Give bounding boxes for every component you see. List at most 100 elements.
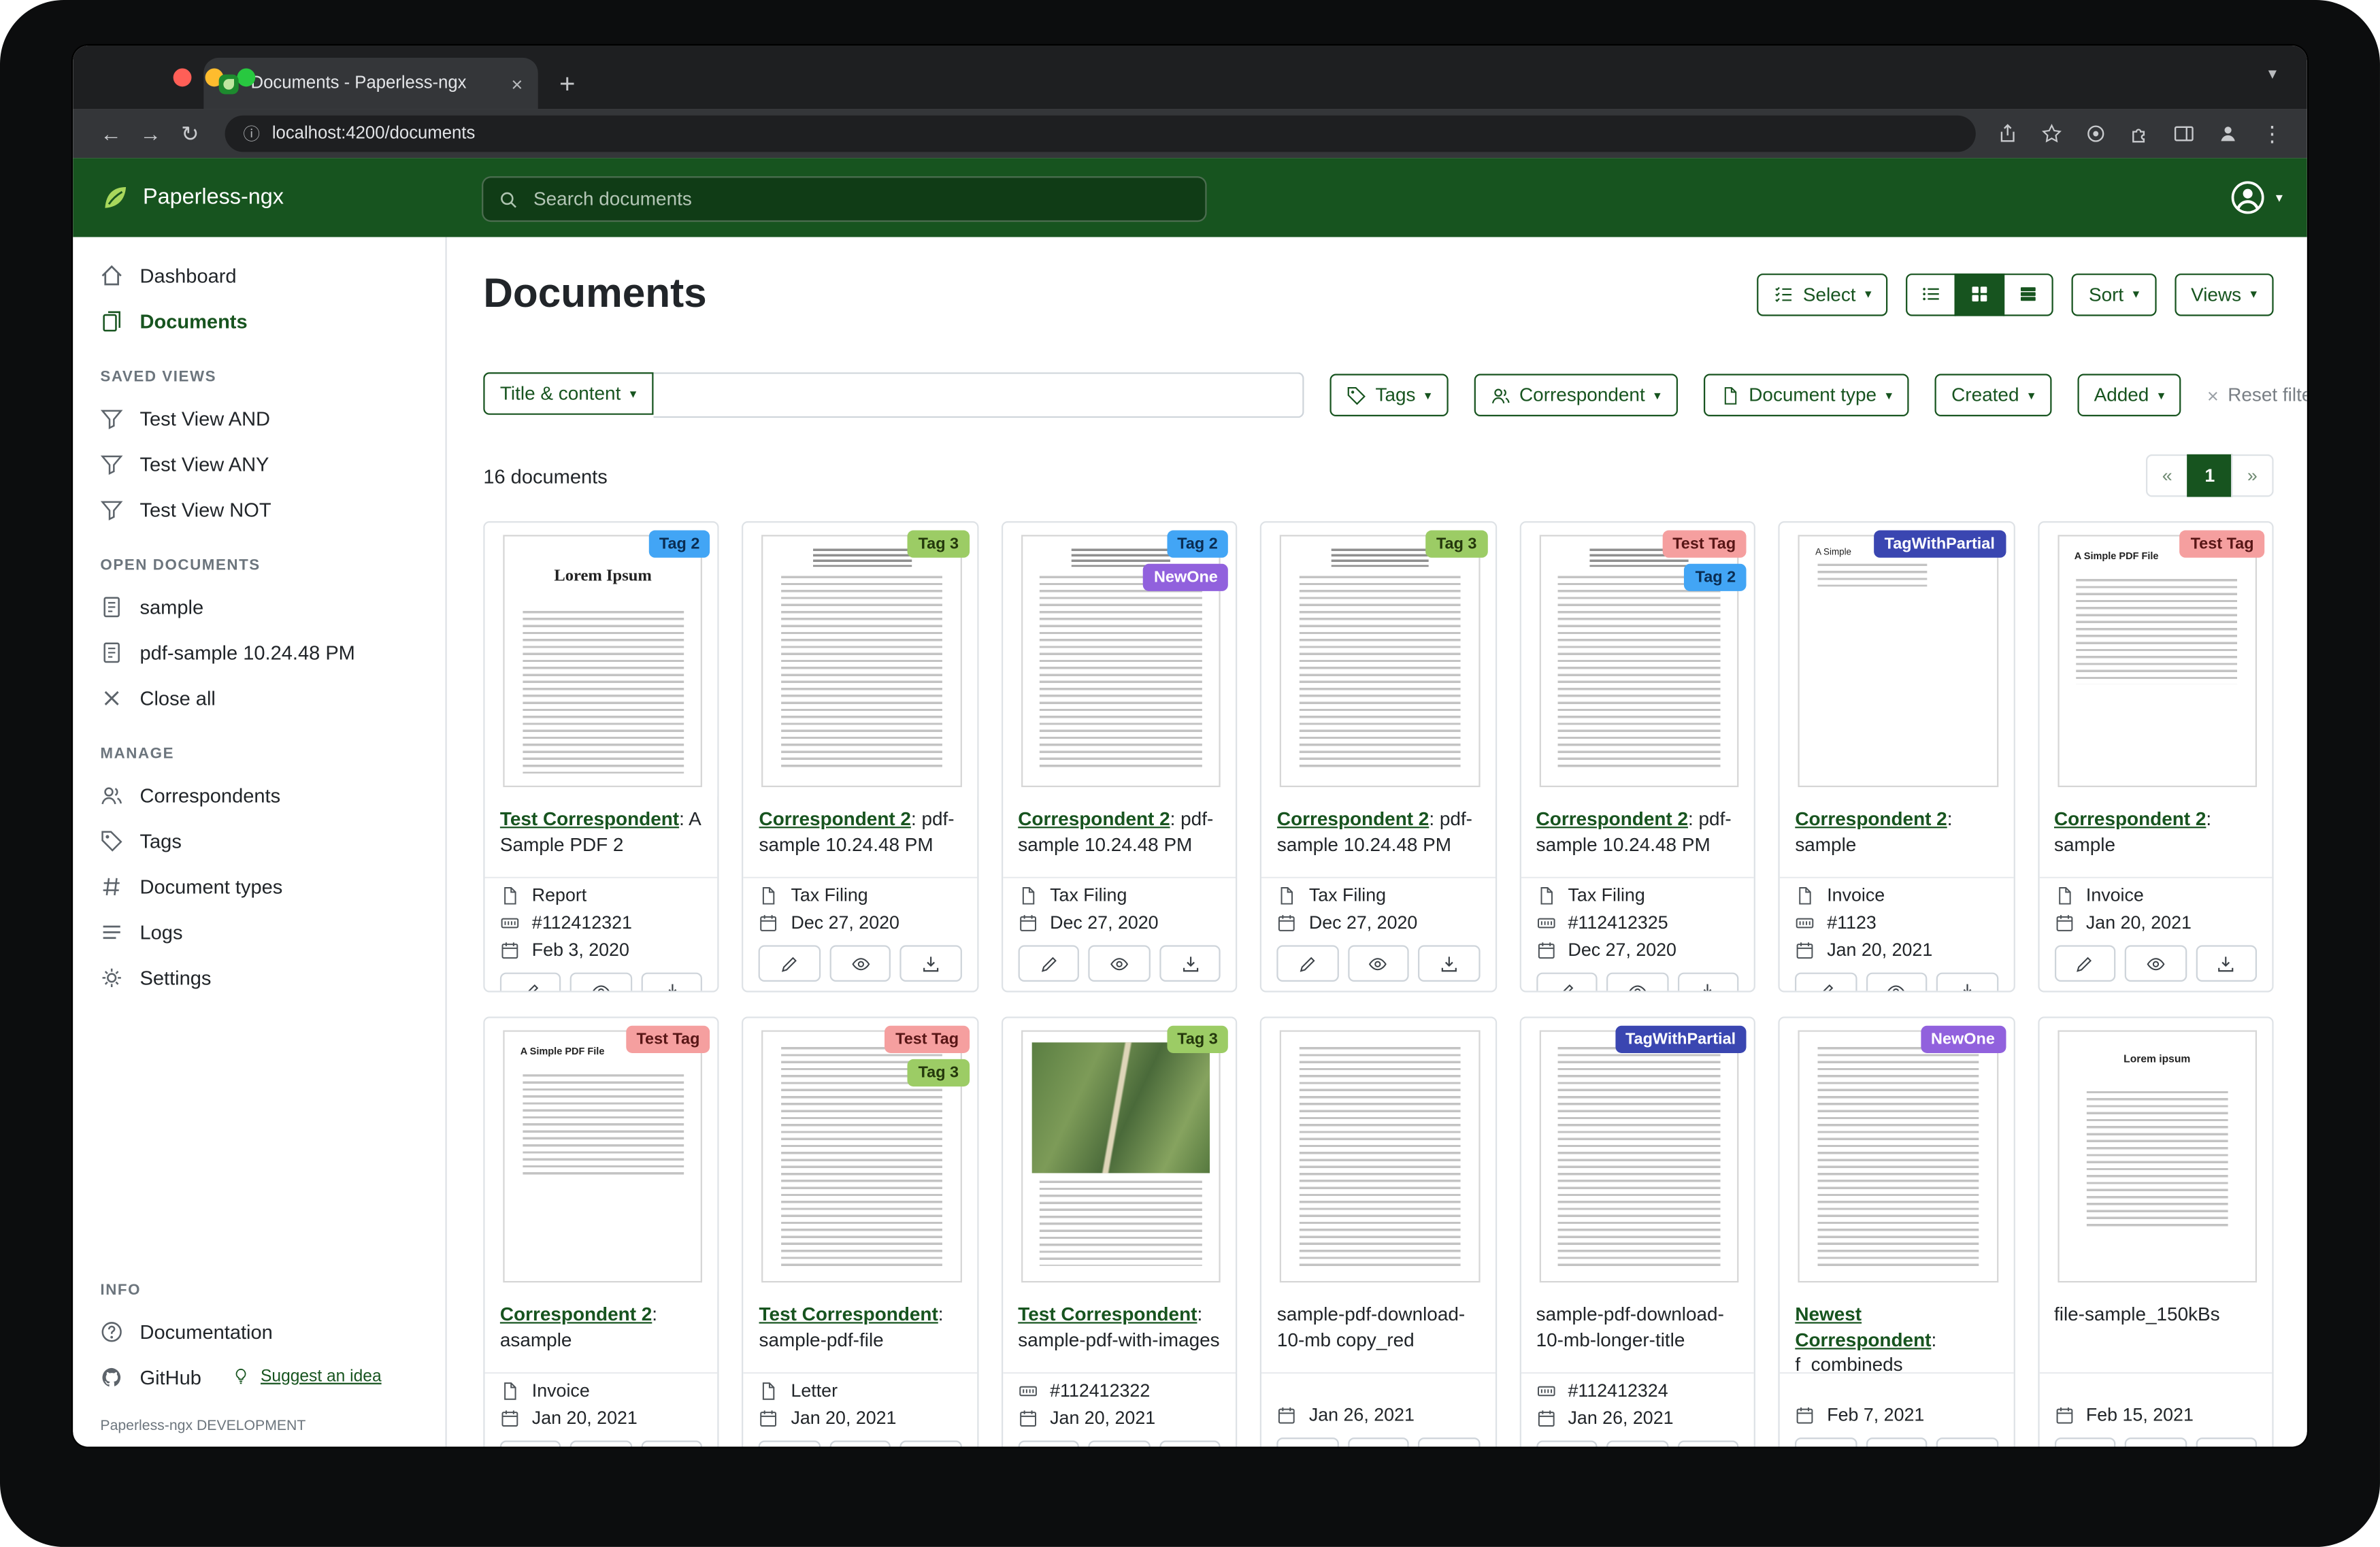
preview-button[interactable] (829, 945, 891, 982)
preview-button[interactable] (1866, 973, 1927, 993)
download-button[interactable] (641, 973, 702, 993)
global-search[interactable] (482, 176, 1206, 222)
sidebar-item-tags[interactable]: Tags (73, 818, 445, 863)
select-button[interactable]: Select ▾ (1757, 273, 1888, 316)
side-panel-icon[interactable] (2167, 117, 2200, 150)
pagination-page-1[interactable]: 1 (2187, 454, 2232, 497)
added-filter-button[interactable]: Added ▾ (2077, 373, 2181, 416)
correspondent-link[interactable]: Correspondent 2 (2054, 808, 2206, 829)
pagination-prev-button[interactable]: « (2146, 454, 2189, 497)
download-button[interactable] (1936, 1437, 1998, 1446)
browser-menu-icon[interactable]: ⋮ (2255, 117, 2289, 150)
document-title-text[interactable]: sample-pdf-download-10-mb copy_red (1277, 1304, 1465, 1350)
preview-button[interactable] (1348, 945, 1409, 982)
preview-button[interactable] (2125, 945, 2186, 982)
tag-badge[interactable]: Tag 2 (1685, 564, 1747, 592)
download-button[interactable] (2196, 1437, 2257, 1446)
sort-button[interactable]: Sort ▾ (2072, 273, 2155, 316)
tag-badge[interactable]: NewOne (1920, 1026, 2005, 1054)
tag-badge[interactable]: Tag 3 (1425, 531, 1487, 559)
sidebar-item-open-document[interactable]: sample (73, 584, 445, 629)
correspondent-link[interactable]: Correspondent 2 (759, 808, 911, 829)
sidebar-item-saved-view[interactable]: Test View ANY (73, 441, 445, 486)
download-button[interactable] (2196, 945, 2257, 982)
document-thumbnail[interactable]: Lorem Ipsum Tag 2 (485, 522, 718, 796)
correspondent-link[interactable]: Correspondent 2 (1795, 808, 1947, 829)
preview-button[interactable] (1089, 945, 1150, 982)
tag-badge[interactable]: Tag 3 (1167, 1026, 1229, 1054)
edit-button[interactable] (2054, 1437, 2115, 1446)
back-icon[interactable]: ← (91, 122, 131, 146)
user-menu[interactable]: ▾ (2229, 178, 2283, 217)
document-title-text[interactable]: file-sample_150kBs (2054, 1304, 2220, 1325)
preview-button[interactable] (571, 1441, 632, 1447)
sidebar-item-open-document[interactable]: pdf-sample 10.24.48 PM (73, 629, 445, 675)
pagination-next-button[interactable]: » (2231, 454, 2274, 497)
download-button[interactable] (1936, 973, 1998, 993)
sidebar-item-logs[interactable]: Logs (73, 909, 445, 954)
sidebar-item-saved-view[interactable]: Test View AND (73, 395, 445, 441)
document-thumbnail[interactable]: Test Tag Tag 2 (1521, 522, 1754, 796)
edit-button[interactable] (1018, 945, 1079, 982)
document-thumbnail[interactable]: Lorem ipsum (2039, 1018, 2272, 1292)
download-button[interactable] (1419, 1437, 1480, 1446)
download-button[interactable] (900, 1441, 961, 1447)
correspondent-link[interactable]: Test Correspondent (500, 808, 679, 829)
sidebar-item-close-all[interactable]: Close all (73, 675, 445, 720)
download-button[interactable] (1677, 973, 1738, 993)
sidebar-item-saved-view[interactable]: Test View NOT (73, 486, 445, 532)
document-thumbnail[interactable]: NewOne (1780, 1018, 2013, 1292)
edit-button[interactable] (500, 1441, 561, 1447)
correspondent-link[interactable]: Test Correspondent (1018, 1304, 1197, 1325)
edit-button[interactable] (1536, 1441, 1598, 1447)
reset-filters-button[interactable]: × Reset filters (2207, 384, 2307, 407)
suggest-idea-link[interactable]: Suggest an idea (230, 1367, 381, 1386)
view-table-button[interactable] (2004, 273, 2054, 316)
tags-filter-button[interactable]: Tags ▾ (1329, 373, 1448, 416)
close-window-button[interactable] (173, 69, 192, 87)
preview-button[interactable] (1606, 1441, 1668, 1447)
tag-badge[interactable]: Tag 2 (1167, 531, 1229, 559)
download-button[interactable] (1159, 1441, 1221, 1447)
edit-button[interactable] (1277, 945, 1338, 982)
document-thumbnail[interactable] (1262, 1018, 1495, 1292)
preview-button[interactable] (2125, 1437, 2186, 1446)
app-brand[interactable]: Paperless-ngx (100, 182, 284, 213)
tag-badge[interactable]: Tag 2 (648, 531, 710, 559)
edit-button[interactable] (759, 945, 821, 982)
document-thumbnail[interactable]: TagWithPartial (1521, 1018, 1754, 1292)
edit-button[interactable] (1277, 1437, 1338, 1446)
download-button[interactable] (1419, 945, 1480, 982)
forward-icon[interactable]: → (131, 122, 170, 146)
filter-text-input[interactable] (653, 372, 1304, 418)
download-button[interactable] (641, 1441, 702, 1447)
new-tab-button[interactable]: + (559, 70, 575, 97)
edit-button[interactable] (759, 1441, 821, 1447)
sidebar-item-settings[interactable]: Settings (73, 954, 445, 1000)
correspondent-link[interactable]: Test Correspondent (759, 1304, 938, 1325)
sidebar-item-correspondents[interactable]: Correspondents (73, 772, 445, 818)
tag-badge[interactable]: Test Tag (885, 1026, 970, 1054)
tag-badge[interactable]: Tag 3 (908, 1059, 970, 1087)
extension-badge-icon[interactable] (2079, 117, 2113, 150)
sidebar-item-dashboard[interactable]: Dashboard (73, 252, 445, 298)
document-thumbnail[interactable]: Tag 3 (1003, 1018, 1236, 1292)
document-thumbnail[interactable]: A Simple TagWithPartial (1780, 522, 2013, 796)
edit-button[interactable] (1536, 973, 1598, 993)
site-info-icon[interactable]: ⓘ (243, 122, 260, 146)
document-thumbnail[interactable]: Tag 3 (744, 522, 977, 796)
download-button[interactable] (900, 945, 961, 982)
edit-button[interactable] (2054, 945, 2115, 982)
sidebar-item-github[interactable]: GitHub Suggest an idea (73, 1354, 445, 1399)
tag-badge[interactable]: NewOne (1143, 564, 1228, 592)
document-type-filter-button[interactable]: Document type ▾ (1703, 373, 1908, 416)
zoom-window-button[interactable] (237, 69, 255, 87)
preview-button[interactable] (571, 973, 632, 993)
document-thumbnail[interactable]: A Simple PDF File Test Tag (485, 1018, 718, 1292)
tag-badge[interactable]: Tag 3 (908, 531, 970, 559)
tag-badge[interactable]: Test Tag (1662, 531, 1747, 559)
correspondent-link[interactable]: Correspondent 2 (1536, 808, 1688, 829)
tab-close-icon[interactable]: × (511, 72, 523, 95)
share-icon[interactable] (1991, 117, 2024, 150)
download-button[interactable] (1677, 1441, 1738, 1447)
